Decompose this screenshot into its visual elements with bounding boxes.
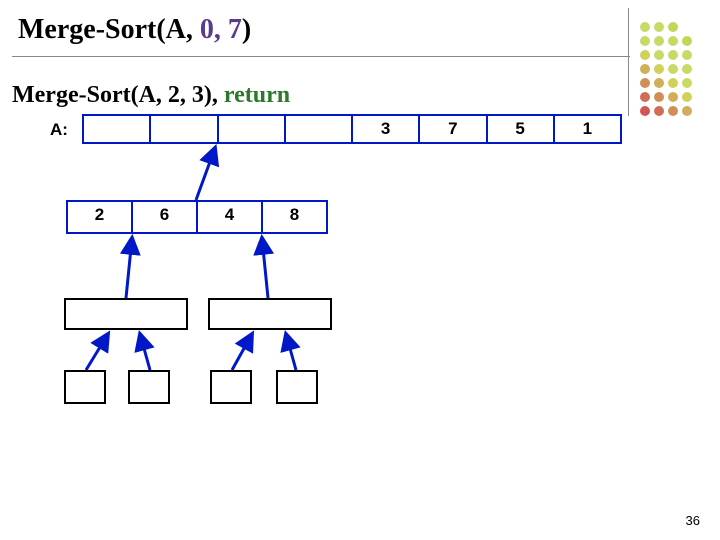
dot-icon bbox=[640, 92, 650, 102]
array-cell-3 bbox=[284, 116, 351, 142]
dot-icon bbox=[668, 78, 678, 88]
sub-cell-0: 2 bbox=[68, 202, 131, 232]
sub-cell-1: 6 bbox=[131, 202, 196, 232]
dot-icon bbox=[654, 64, 664, 74]
array-cell-4: 3 bbox=[351, 116, 418, 142]
arrow-leaf1-to-pairL bbox=[140, 334, 150, 370]
title-underline bbox=[12, 56, 630, 57]
dot-icon bbox=[668, 36, 678, 46]
subarray-node: 2 6 4 8 bbox=[66, 200, 328, 234]
array-cell-1 bbox=[149, 116, 216, 142]
dot-icon bbox=[682, 106, 692, 116]
array-cell-2 bbox=[217, 116, 284, 142]
pair-node-right bbox=[208, 298, 332, 330]
arrow-pairL-to-mid bbox=[126, 238, 132, 298]
dot-icon bbox=[682, 50, 692, 60]
arrow-leaf0-to-pairL bbox=[86, 334, 108, 370]
array-cell-6: 5 bbox=[486, 116, 553, 142]
dot-icon bbox=[654, 22, 664, 32]
arrow-leaf3-to-pairR bbox=[286, 334, 296, 370]
dot-icon bbox=[682, 78, 692, 88]
leaf-1 bbox=[128, 370, 170, 404]
dot-icon bbox=[640, 36, 650, 46]
leaf-2 bbox=[210, 370, 252, 404]
title-post: ) bbox=[242, 14, 251, 45]
dot-icon bbox=[682, 36, 692, 46]
dot-icon bbox=[640, 22, 650, 32]
dot-icon bbox=[668, 64, 678, 74]
array-cell-5: 7 bbox=[418, 116, 485, 142]
pair-node-left bbox=[64, 298, 188, 330]
title-args: 0, 7 bbox=[200, 14, 242, 45]
arrow-leaf2-to-pairR bbox=[232, 334, 252, 370]
arrows-svg bbox=[0, 0, 720, 540]
array-cell-7: 1 bbox=[553, 116, 620, 142]
dot-icon bbox=[654, 92, 664, 102]
dot-icon bbox=[668, 106, 678, 116]
sub-cell-3: 8 bbox=[261, 202, 326, 232]
slide: Merge-Sort(A, 0, 7) Merge-Sort(A, 2, 3),… bbox=[0, 0, 720, 540]
corner-dots bbox=[640, 22, 704, 132]
dot-icon bbox=[640, 64, 650, 74]
dot-icon bbox=[668, 22, 678, 32]
leaf-3 bbox=[276, 370, 318, 404]
title-side-line bbox=[628, 8, 629, 116]
dot-icon bbox=[654, 78, 664, 88]
dot-icon bbox=[654, 36, 664, 46]
slide-number: 36 bbox=[686, 513, 700, 528]
slide-title: Merge-Sort(A, 0, 7) bbox=[18, 14, 251, 46]
dot-icon bbox=[682, 92, 692, 102]
title-pre: Merge-Sort(A, bbox=[18, 14, 200, 45]
array-top: 3 7 5 1 bbox=[82, 114, 622, 144]
dot-icon bbox=[682, 64, 692, 74]
dot-icon bbox=[654, 106, 664, 116]
dot-icon bbox=[668, 50, 678, 60]
dot-icon bbox=[668, 92, 678, 102]
subtitle: Merge-Sort(A, 2, 3), return bbox=[12, 82, 290, 109]
sub-cell-2: 4 bbox=[196, 202, 261, 232]
subtitle-pre: Merge-Sort(A, 2, 3), bbox=[12, 82, 224, 108]
dot-icon bbox=[640, 106, 650, 116]
dot-icon bbox=[640, 50, 650, 60]
dot-icon bbox=[640, 78, 650, 88]
arrow-mid-to-top bbox=[196, 148, 215, 200]
leaf-0 bbox=[64, 370, 106, 404]
array-cell-0 bbox=[84, 116, 149, 142]
arrow-pairR-to-mid bbox=[262, 238, 268, 298]
subtitle-return: return bbox=[224, 82, 290, 108]
array-label: A: bbox=[50, 120, 68, 140]
dot-icon bbox=[654, 50, 664, 60]
